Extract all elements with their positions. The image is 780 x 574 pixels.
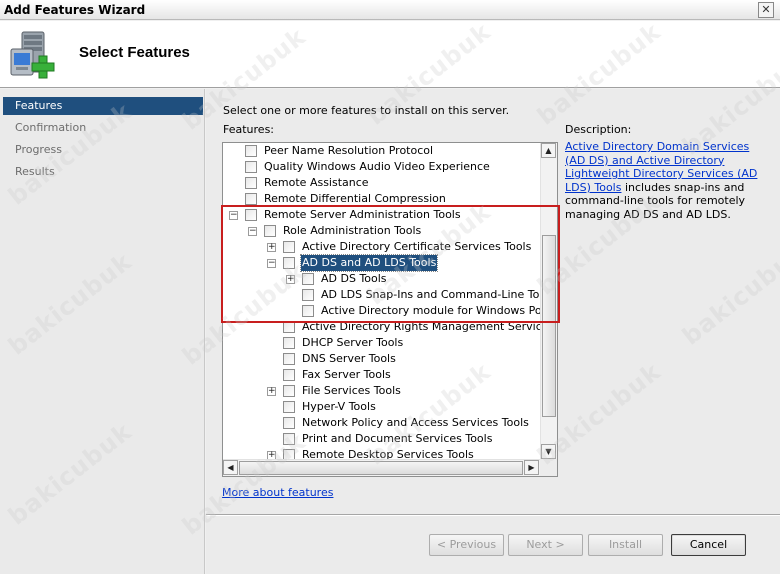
scroll-up-icon[interactable]: ▲ (541, 143, 556, 158)
collapse-icon[interactable]: − (267, 259, 276, 268)
separator (206, 514, 780, 516)
feature-label[interactable]: AD DS Tools (321, 271, 387, 287)
nav-item-progress: Progress (15, 143, 62, 156)
nav-item-results: Results (15, 165, 55, 178)
expand-icon[interactable]: + (286, 275, 295, 284)
feature-checkbox[interactable] (302, 273, 314, 285)
feature-checkbox[interactable] (245, 209, 257, 221)
feature-label[interactable]: Remote Differential Compression (264, 191, 446, 207)
features-tree[interactable]: Peer Name Resolution Protocol Quality Wi… (222, 142, 558, 477)
scrollbar-corner (540, 459, 557, 476)
feature-label[interactable]: Hyper-V Tools (302, 399, 376, 415)
feature-checkbox[interactable] (283, 433, 295, 445)
feature-label[interactable]: Active Directory module for Windows Powe… (321, 303, 540, 319)
nav-item-features[interactable]: Features (3, 97, 203, 115)
install-button[interactable]: Install (588, 534, 663, 556)
feature-label[interactable]: Peer Name Resolution Protocol (264, 143, 433, 159)
feature-label[interactable]: File Services Tools (302, 383, 401, 399)
expand-icon[interactable]: + (267, 243, 276, 252)
feature-checkbox[interactable] (302, 289, 314, 301)
collapse-icon[interactable]: − (248, 227, 257, 236)
feature-checkbox[interactable] (283, 369, 295, 381)
horizontal-scroll-thumb[interactable] (239, 461, 523, 475)
description-panel: Active Directory Domain Services (AD DS)… (565, 140, 760, 221)
feature-checkbox[interactable] (283, 321, 295, 333)
instruction-text: Select one or more features to install o… (223, 104, 510, 117)
feature-label[interactable]: Remote Assistance (264, 175, 369, 191)
feature-label[interactable]: DNS Server Tools (302, 351, 396, 367)
feature-label[interactable]: Active Directory Rights Management Servi… (302, 319, 540, 335)
feature-checkbox[interactable] (245, 161, 257, 173)
feature-label[interactable]: Active Directory Certificate Services To… (302, 239, 531, 255)
main-panel: Select one or more features to install o… (206, 89, 780, 574)
features-label: Features: (223, 123, 275, 136)
vertical-scroll-thumb[interactable] (542, 235, 556, 417)
page-title: Select Features (79, 44, 190, 61)
server-add-icon (10, 31, 55, 79)
wizard-nav: Features Confirmation Progress Results (0, 89, 205, 574)
expand-icon[interactable]: + (267, 387, 276, 396)
tree-viewport: Peer Name Resolution Protocol Quality Wi… (223, 143, 540, 460)
feature-checkbox[interactable] (245, 177, 257, 189)
feature-checkbox[interactable] (283, 385, 295, 397)
feature-checkbox[interactable] (283, 353, 295, 365)
feature-checkbox[interactable] (283, 417, 295, 429)
feature-label[interactable]: Fax Server Tools (302, 367, 391, 383)
feature-label[interactable]: Quality Windows Audio Video Experience (264, 159, 490, 175)
close-button[interactable]: ✕ (758, 2, 774, 18)
feature-label[interactable]: Network Policy and Access Services Tools (302, 415, 529, 431)
previous-button[interactable]: < Previous (429, 534, 504, 556)
wizard-header: Select Features (0, 21, 780, 88)
scroll-down-icon[interactable]: ▼ (541, 444, 556, 459)
feature-label[interactable]: AD LDS Snap-Ins and Command-Line Tools (321, 287, 540, 303)
description-label: Description: (565, 123, 632, 136)
next-button[interactable]: Next > (508, 534, 583, 556)
feature-checkbox[interactable] (245, 193, 257, 205)
vertical-scrollbar[interactable]: ▲ ▼ (540, 143, 557, 460)
feature-checkbox[interactable] (283, 337, 295, 349)
feature-label-selected[interactable]: AD DS and AD LDS Tools (299, 254, 439, 272)
feature-checkbox[interactable] (283, 241, 295, 253)
feature-checkbox[interactable] (264, 225, 276, 237)
feature-label[interactable]: DHCP Server Tools (302, 335, 403, 351)
title-bar: Add Features Wizard ✕ (0, 0, 780, 20)
feature-checkbox[interactable] (302, 305, 314, 317)
feature-checkbox[interactable] (245, 145, 257, 157)
feature-label[interactable]: Print and Document Services Tools (302, 431, 492, 447)
nav-item-confirmation: Confirmation (15, 121, 87, 134)
scroll-right-icon[interactable]: ▶ (524, 460, 539, 475)
feature-label[interactable]: Role Administration Tools (283, 223, 421, 239)
feature-checkbox[interactable] (283, 401, 295, 413)
feature-label[interactable]: Remote Server Administration Tools (264, 207, 461, 223)
more-about-features-link[interactable]: More about features (222, 486, 333, 499)
horizontal-scrollbar[interactable]: ◀ ▶ (223, 459, 540, 476)
collapse-icon[interactable]: − (229, 211, 238, 220)
window-title: Add Features Wizard (4, 3, 146, 17)
scroll-left-icon[interactable]: ◀ (223, 460, 238, 475)
cancel-button[interactable]: Cancel (671, 534, 746, 556)
feature-checkbox[interactable] (283, 257, 295, 269)
